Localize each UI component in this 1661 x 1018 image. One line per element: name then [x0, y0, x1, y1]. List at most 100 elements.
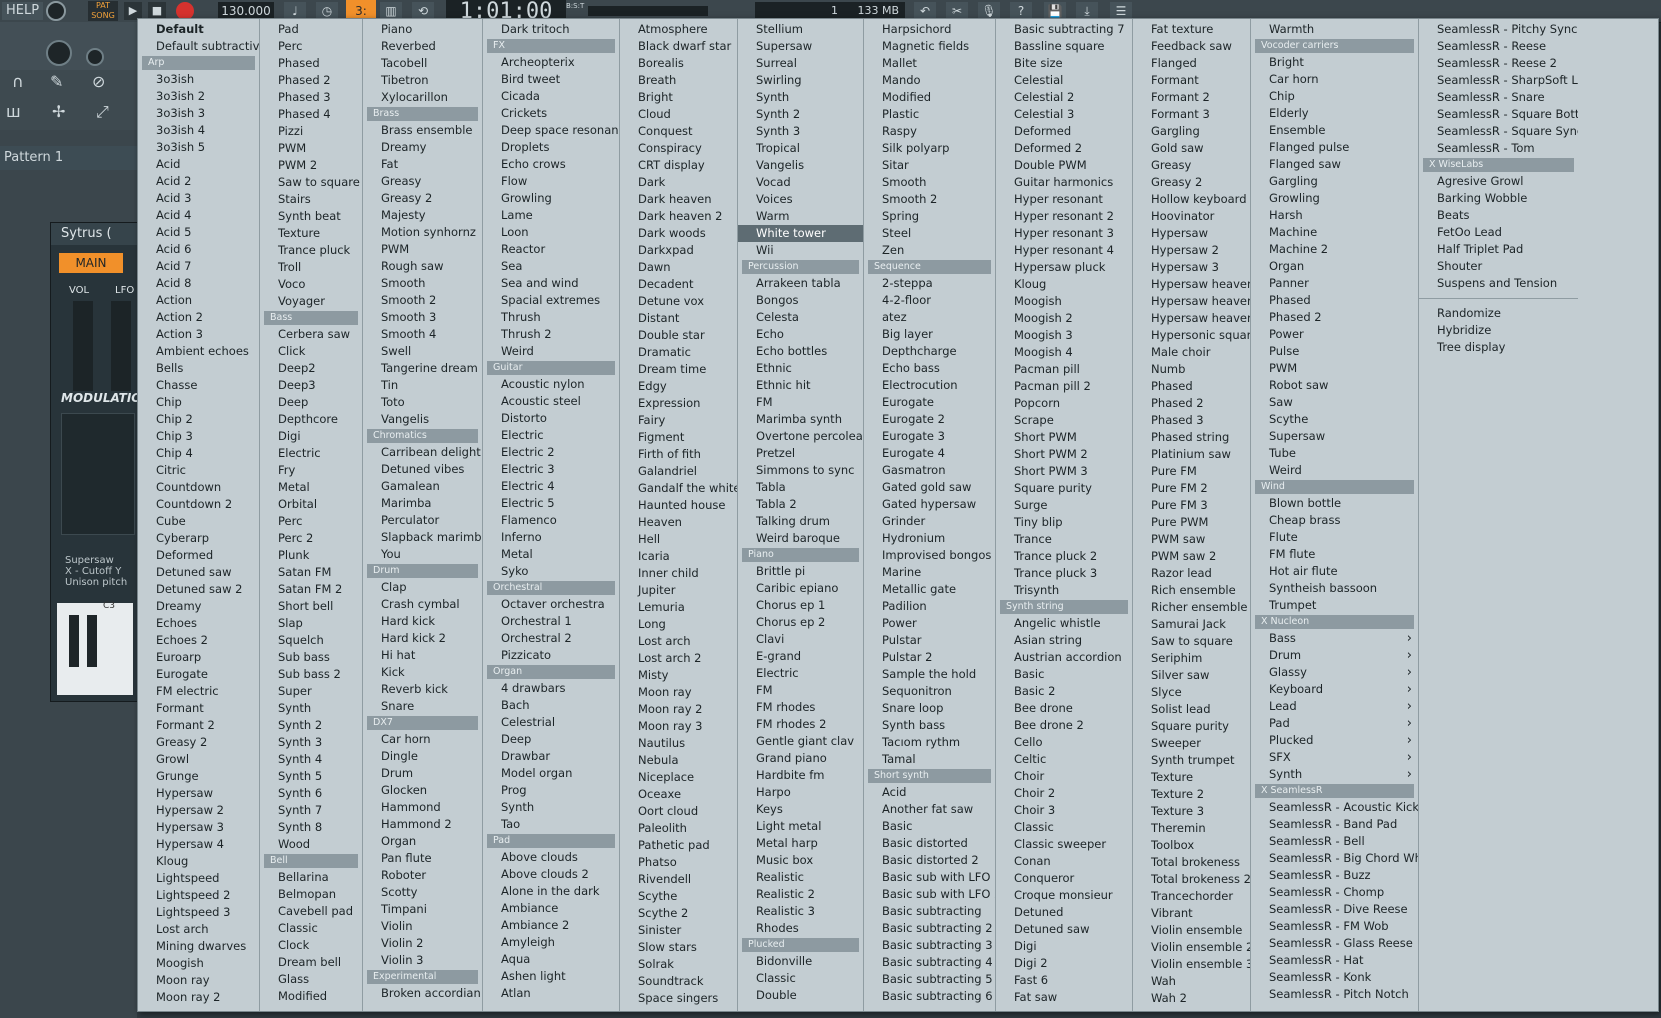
menu-item[interactable]: Heaven [620, 514, 737, 531]
menu-item[interactable]: Phased [260, 55, 362, 72]
menu-item[interactable]: Tabla 2 [738, 496, 863, 513]
menu-item[interactable]: Texture [1133, 769, 1250, 786]
menu-item[interactable]: Phased 3 [1133, 412, 1250, 429]
menu-submenu-item[interactable]: Pad [1251, 715, 1418, 732]
menu-item[interactable]: Breath [620, 72, 737, 89]
menu-item[interactable]: Gated gold saw [864, 479, 995, 496]
menu-item[interactable]: Short PWM 3 [996, 463, 1132, 480]
menu-item[interactable]: Male choir [1133, 344, 1250, 361]
menu-item[interactable]: 3o3ish 4 [138, 122, 259, 139]
menu-item[interactable]: Hard kick 2 [363, 630, 482, 647]
menu-item[interactable]: Depthcore [260, 411, 362, 428]
menu-item[interactable]: Tacıom rythm [864, 734, 995, 751]
menu-item[interactable]: Echoes [138, 615, 259, 632]
menu-item[interactable]: Phased 4 [260, 106, 362, 123]
menu-item[interactable]: Hell [620, 531, 737, 548]
menu-item[interactable]: Crash cymbal [363, 596, 482, 613]
menu-item[interactable]: Plastic [864, 106, 995, 123]
menu-item[interactable]: Detuned saw [996, 921, 1132, 938]
menu-item[interactable]: Droplets [483, 139, 619, 156]
menu-item[interactable]: Moon ray 2 [620, 701, 737, 718]
menu-item[interactable]: Dark heaven 2 [620, 208, 737, 225]
menu-item[interactable]: Ensemble [1251, 122, 1418, 139]
menu-item[interactable]: Arrakeen tabla [738, 275, 863, 292]
menu-item[interactable]: Digi [260, 428, 362, 445]
menu-item[interactable]: Suspens and Tension [1419, 275, 1578, 292]
menu-item[interactable]: Phased 2 [1251, 309, 1418, 326]
menu-item[interactable]: Classic [738, 970, 863, 987]
menu-item[interactable]: Saw to square [1133, 633, 1250, 650]
black-key[interactable] [69, 615, 79, 667]
menu-item[interactable]: Marimba [363, 495, 482, 512]
menu-item[interactable]: Saw [1251, 394, 1418, 411]
menu-item[interactable]: Thrush 2 [483, 326, 619, 343]
menu-item[interactable]: Razor lead [1133, 565, 1250, 582]
menu-item[interactable]: Pure FM 3 [1133, 497, 1250, 514]
menu-item[interactable]: Pacman pill [996, 361, 1132, 378]
menu-item[interactable]: 3o3ish 5 [138, 139, 259, 156]
menu-item[interactable]: Electric 3 [483, 461, 619, 478]
menu-item[interactable]: Bright [1251, 54, 1418, 71]
menu-item[interactable]: Stellium [738, 21, 863, 38]
menu-item[interactable]: Chasse [138, 377, 259, 394]
menu-item[interactable]: Digi 2 [996, 955, 1132, 972]
menu-item[interactable]: Dramatic [620, 344, 737, 361]
pencil-icon[interactable]: ✎ [50, 72, 63, 91]
menu-item[interactable]: Distant [620, 310, 737, 327]
menu-item[interactable]: Synth [738, 89, 863, 106]
menu-item[interactable]: Action 2 [138, 309, 259, 326]
menu-item[interactable]: Eurogate 4 [864, 445, 995, 462]
menu-item[interactable]: Majesty [363, 207, 482, 224]
menu-item[interactable]: Bidonville [738, 953, 863, 970]
menu-item[interactable]: Ethnic [738, 360, 863, 377]
menu-item[interactable]: Tropical [738, 140, 863, 157]
menu-item[interactable]: Aqua [483, 951, 619, 968]
menu-item[interactable]: Swirling [738, 72, 863, 89]
menu-item[interactable]: Fat texture [1133, 21, 1250, 38]
menu-item[interactable]: Stairs [260, 191, 362, 208]
menu-item[interactable]: Phased 2 [260, 72, 362, 89]
menu-item[interactable]: Echo crows [483, 156, 619, 173]
menu-item[interactable]: Marimba synth [738, 411, 863, 428]
menu-item[interactable]: Satan FM 2 [260, 581, 362, 598]
help-button[interactable]: HELP [2, 2, 44, 20]
menu-item[interactable]: Moon ray [620, 684, 737, 701]
menu-item[interactable]: Choir 3 [996, 802, 1132, 819]
menu-item[interactable]: Kick [363, 664, 482, 681]
menu-item[interactable]: Total brokeness [1133, 854, 1250, 871]
menu-item[interactable]: FM electric [138, 683, 259, 700]
menu-item[interactable]: Atmosphere [620, 21, 737, 38]
menu-item[interactable]: Perc [260, 513, 362, 530]
menu-item[interactable]: Harpsichord [864, 21, 995, 38]
menu-item[interactable]: Gargling [1133, 123, 1250, 140]
menu-item[interactable]: Fast 6 [996, 972, 1132, 989]
menu-item[interactable]: Chip [1251, 88, 1418, 105]
menu-item[interactable]: Reactor [483, 241, 619, 258]
menu-item[interactable]: Pretzel [738, 445, 863, 462]
menu-item[interactable]: Perculator [363, 512, 482, 529]
menu-item[interactable]: Acid 4 [138, 207, 259, 224]
menu-item[interactable]: Snare loop [864, 700, 995, 717]
menu-item[interactable]: Hollow keyboard [1133, 191, 1250, 208]
menu-item[interactable]: Greasy [1133, 157, 1250, 174]
menu-item[interactable]: Music box [738, 852, 863, 869]
menu-item[interactable]: Loon [483, 224, 619, 241]
menu-item[interactable]: Ambient echoes [138, 343, 259, 360]
menu-item[interactable]: Piano [363, 21, 482, 38]
menu-item[interactable]: Greasy 2 [1133, 174, 1250, 191]
menu-item[interactable]: Basic distorted [864, 835, 995, 852]
menu-item[interactable]: Electric [483, 427, 619, 444]
menu-item[interactable]: FetOo Lead [1419, 224, 1578, 241]
menu-item[interactable]: Tiny blip [996, 514, 1132, 531]
menu-item[interactable]: Bright [620, 89, 737, 106]
menu-item[interactable]: Moogish 3 [996, 327, 1132, 344]
menu-item[interactable]: Scrape [996, 412, 1132, 429]
menu-item[interactable]: Kloug [996, 276, 1132, 293]
menu-item[interactable]: Violin 3 [363, 952, 482, 969]
menu-item[interactable]: Eurogate [138, 666, 259, 683]
menu-item[interactable]: Hypersaw [1133, 225, 1250, 242]
menu-item[interactable]: Celesta [738, 309, 863, 326]
menu-item[interactable]: Electric 4 [483, 478, 619, 495]
menu-item[interactable]: SeamlessR - Buzz [1251, 867, 1418, 884]
menu-item[interactable]: Organ [1251, 258, 1418, 275]
